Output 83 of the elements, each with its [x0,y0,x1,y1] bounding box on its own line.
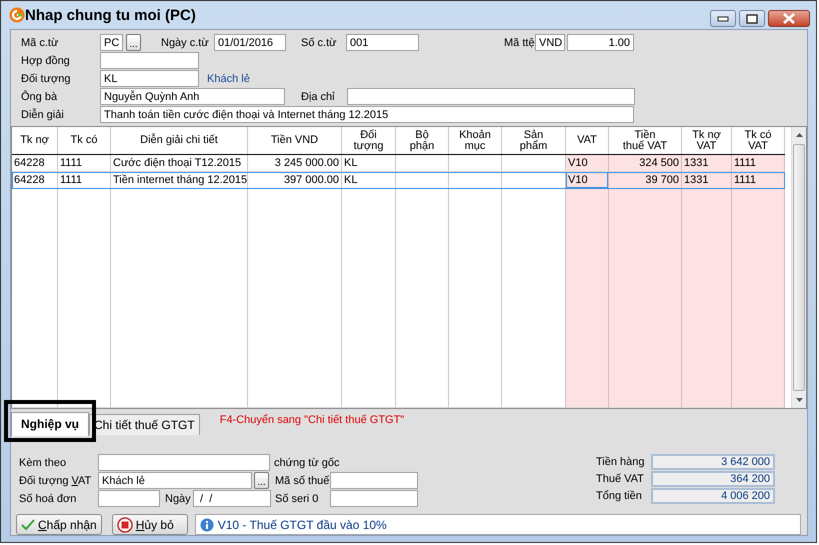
minimize-icon [717,16,729,22]
table-cell: 1111 [58,172,111,189]
table-cell: 1111 [732,172,785,189]
field-label: Đối tượng [21,72,72,84]
field-label: Thuế VAT [596,473,645,485]
maximize-button[interactable] [739,10,765,27]
input-field[interactable]: Nguyễn Quỳnh Anh [100,88,285,105]
table-cell: 1111 [58,155,111,172]
app-logo-icon [9,7,25,23]
stop-icon [116,516,133,532]
table-cell [449,155,502,172]
input-field[interactable]: 1.00 [567,34,634,51]
input-field[interactable] [98,454,270,471]
field-label: chứng từ gốc [274,456,340,468]
field-label: Số c.từ [301,36,338,48]
field-label: Số seri 0 [275,492,320,504]
table-cell: 3 245 000.00 [248,155,342,172]
table-cell: V10 [566,155,609,172]
table-cell: Tiền internet tháng 12.2015 [111,172,248,189]
table-row[interactable]: 64228 1111 Cước điện thoại T12.2015 3 245 000.00 KL V10 324 500 1331 1111 [12,155,785,172]
table-cell: V10 [566,172,609,189]
input-field[interactable]: 01/01/2016 [214,34,286,51]
table-row[interactable]: 64228 1111 Tiền internet tháng 12.2015 397 000.00 KL V10 39 700 1331 1111 [12,172,785,189]
table-cell: 1111 [732,155,785,172]
table-cell: KL [342,172,396,189]
input-field[interactable]: VND [535,34,565,51]
total-field: 364 200 [651,471,775,487]
close-icon [782,13,796,24]
field-label: Hợp đồng [21,54,71,66]
field-label: Mã ttệ [504,36,535,48]
input-field[interactable]: Khách lẻ [98,472,252,489]
input-field[interactable]: KL [100,70,199,87]
field-label: Ông bà [21,90,58,102]
window-title: Nhap chung tu moi (PC) [25,6,197,24]
field-label: Tổng tiền [596,490,643,502]
scrollbar[interactable] [791,127,806,408]
customer-link[interactable]: Khách lẻ [207,72,250,84]
input-field[interactable] [330,490,418,507]
field-label: Kèm theo [19,456,68,468]
lookup-button[interactable]: ... [126,34,141,51]
field-label: Ngày c.từ [161,36,210,48]
tab[interactable]: Nghiệp vụ [11,412,90,436]
close-button[interactable] [768,10,810,27]
lookup-button[interactable]: ... [254,472,269,489]
status-text: V10 - Thuế GTGT đầu vào 10% [218,518,387,532]
field-label: Địa chỉ [301,90,336,102]
input-field[interactable]: PC [100,34,123,51]
checkmark-icon [21,518,35,530]
table-cell: Cước điện thoại T12.2015 [111,155,248,172]
cancel-button[interactable]: Hủy bỏ [112,514,188,535]
input-field[interactable] [347,88,635,105]
maximize-icon [746,14,758,24]
input-field[interactable] [100,52,199,69]
hint-text: F4-Chuyển sang "Chi tiết thuế GTGT" [220,414,404,426]
input-field[interactable] [98,490,160,507]
input-field[interactable]: Thanh toán tiền cước điện thoại và Internet tháng 12.2015 [100,106,634,123]
scroll-up-icon [796,133,803,137]
field-label: Ngày [165,492,192,504]
field-label: Số hoá đơn [19,492,78,504]
input-field[interactable]: / / [193,490,271,507]
input-field[interactable] [330,472,418,489]
table-cell: 397 000.00 [248,172,342,189]
minimize-button[interactable] [710,10,736,27]
info-icon [200,518,214,532]
table-cell: 39 700 [609,172,682,189]
table-cell: 1331 [682,155,732,172]
total-field: 4 006 200 [651,488,775,504]
scroll-thumb[interactable] [793,144,805,391]
field-label: Mã số thuế [275,474,330,486]
field-label: Diễn giải [21,108,65,120]
table-cell: 1331 [682,172,732,189]
field-label: Tiền hàng [596,456,646,468]
scroll-down-icon [796,398,803,402]
input-field[interactable]: 001 [346,34,419,51]
table-cell: 64228 [12,155,58,172]
table-cell: 64228 [12,172,58,189]
table-cell: KL [342,155,396,172]
field-label: Mã c.từ [21,36,60,48]
total-field: 3 642 000 [651,454,775,470]
table-cell [396,155,449,172]
field-label: Đối tượng VAT [19,474,92,486]
table-cell: 324 500 [609,155,682,172]
accept-button[interactable]: Chấp nhận [16,514,102,535]
